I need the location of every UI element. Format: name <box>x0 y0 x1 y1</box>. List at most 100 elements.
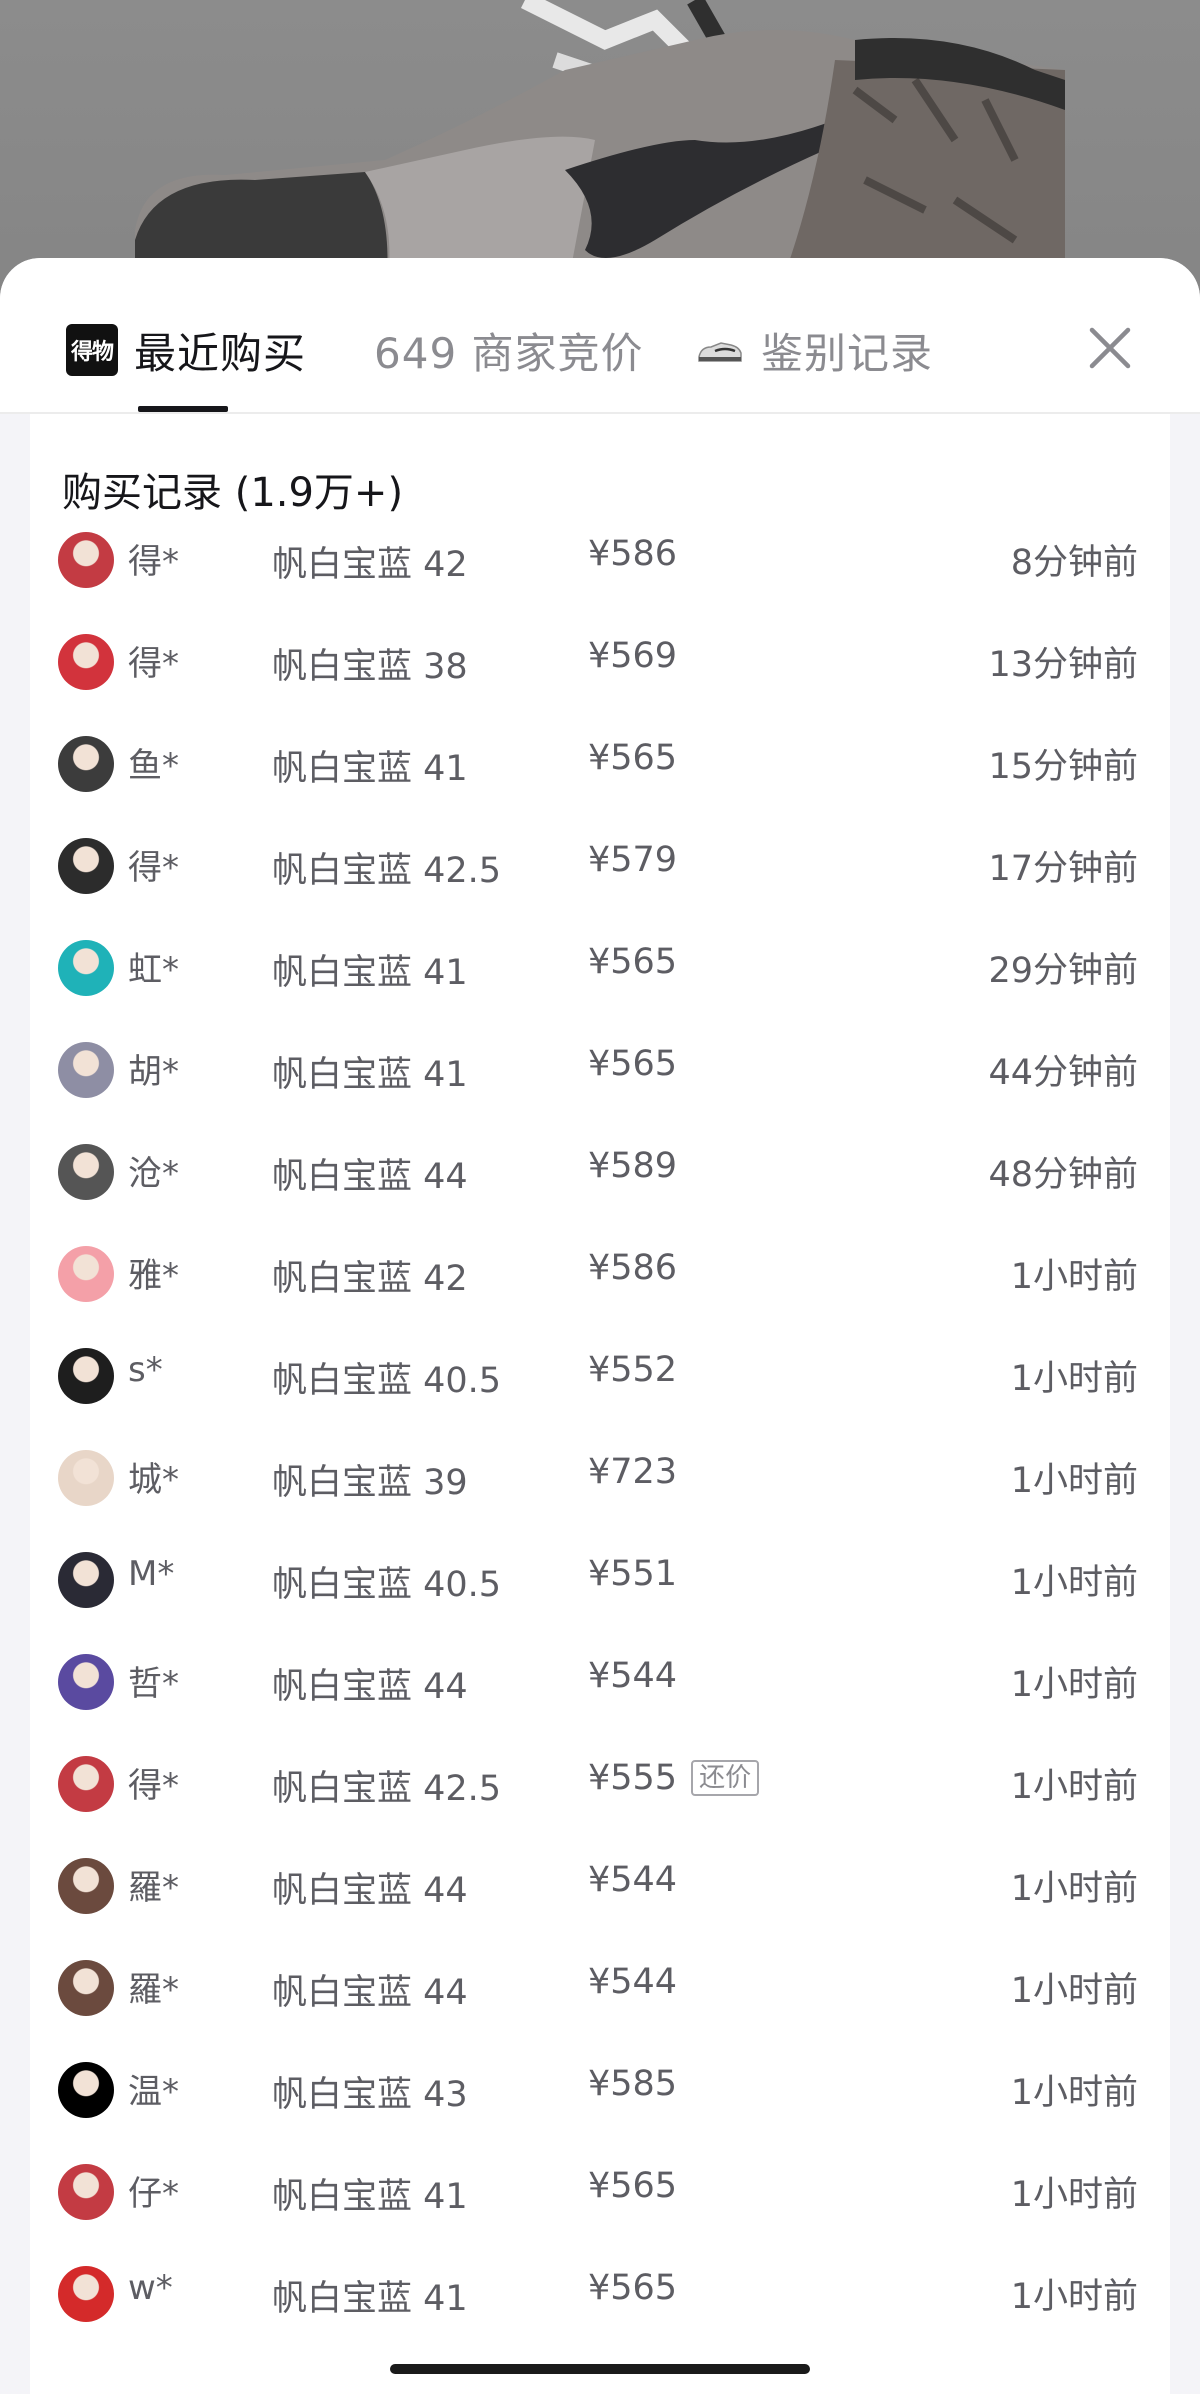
user-name: 羅* <box>128 1868 179 1908</box>
price-value: ¥565 <box>588 738 678 778</box>
list-item: 沧* 帆白宝蓝 44 48分钟前 ¥589 <box>30 1126 1170 1228</box>
price-value: ¥544 <box>588 1860 678 1900</box>
sneaker-icon <box>698 342 742 362</box>
item-spec: 帆白宝蓝 44 <box>272 1667 468 1707</box>
avatar <box>58 1042 114 1098</box>
price: ¥551 <box>588 1554 677 1594</box>
avatar <box>58 1246 114 1302</box>
item-spec: 帆白宝蓝 40.5 <box>272 1361 502 1401</box>
tab-merchant-bids[interactable]: 649 商家竞价 <box>374 320 644 380</box>
price: ¥565 <box>588 942 677 982</box>
list-item: 哲* 帆白宝蓝 44 1小时前 ¥544 <box>30 1636 1170 1738</box>
list-item: 羅* 帆白宝蓝 44 1小时前 ¥544 <box>30 1840 1170 1942</box>
purchase-time: 13分钟前 <box>988 645 1138 685</box>
user-name: 沧* <box>128 1154 179 1194</box>
price: ¥586 <box>588 534 677 574</box>
purchase-time: 1小时前 <box>1010 2277 1138 2317</box>
avatar <box>58 1348 114 1404</box>
home-indicator[interactable] <box>390 2364 810 2374</box>
item-spec: 帆白宝蓝 41 <box>272 749 468 789</box>
avatar <box>58 1654 114 1710</box>
section-title: 购买记录 (1.9万+) <box>62 470 404 516</box>
list-item: 得* 帆白宝蓝 42.5 1小时前 ¥555 还价 <box>30 1738 1170 1840</box>
list-item: 鱼* 帆白宝蓝 41 15分钟前 ¥565 <box>30 718 1170 820</box>
avatar <box>58 736 114 792</box>
item-spec: 帆白宝蓝 44 <box>272 1157 468 1197</box>
haggle-badge: 还价 <box>691 1760 760 1796</box>
list-item: 温* 帆白宝蓝 43 1小时前 ¥585 <box>30 2044 1170 2146</box>
price-value: ¥579 <box>588 840 678 880</box>
close-icon[interactable] <box>1082 320 1138 376</box>
avatar <box>58 532 114 588</box>
price: ¥569 <box>588 636 677 676</box>
user-name: w* <box>128 2268 173 2308</box>
purchase-time: 1小时前 <box>1010 2175 1138 2215</box>
purchase-time: 1小时前 <box>1010 1461 1138 1501</box>
price: ¥565 <box>588 2166 677 2206</box>
active-tab-indicator <box>138 406 228 412</box>
price: ¥565 <box>588 738 677 778</box>
price-value: ¥544 <box>588 1962 678 2002</box>
price: ¥552 <box>588 1350 677 1390</box>
user-name: 得* <box>128 848 179 888</box>
list-item: 虹* 帆白宝蓝 41 29分钟前 ¥565 <box>30 922 1170 1024</box>
user-name: 雅* <box>128 1256 179 1296</box>
purchase-time: 8分钟前 <box>1010 543 1138 583</box>
list-item: 胡* 帆白宝蓝 41 44分钟前 ¥565 <box>30 1024 1170 1126</box>
price: ¥565 <box>588 1044 677 1084</box>
price: ¥544 <box>588 1962 677 2002</box>
item-spec: 帆白宝蓝 42 <box>272 545 468 585</box>
purchase-sheet: 得物 最近购买 649 商家竞价 鉴别记录 购买记录 (1.9万+) 得* 帆白宝… <box>0 258 1200 2394</box>
price-value: ¥544 <box>588 1656 678 1696</box>
user-name: 仔* <box>128 2174 179 2214</box>
purchase-time: 1小时前 <box>1010 1359 1138 1399</box>
tab-authentication-records[interactable]: 鉴别记录 <box>697 320 933 380</box>
item-spec: 帆白宝蓝 41 <box>272 953 468 993</box>
tab-label: 最近购买 <box>134 328 307 378</box>
price-value: ¥565 <box>588 2166 678 2206</box>
tab-recent-purchases[interactable]: 得物 最近购买 <box>66 320 306 380</box>
avatar <box>58 1756 114 1812</box>
price-value: ¥552 <box>588 1350 678 1390</box>
purchase-time: 1小时前 <box>1010 1971 1138 2011</box>
price-value: ¥551 <box>588 1554 678 1594</box>
price-value: ¥589 <box>588 1146 678 1186</box>
purchase-time: 1小时前 <box>1010 1665 1138 1705</box>
purchase-time: 44分钟前 <box>988 1053 1138 1093</box>
avatar <box>58 1858 114 1914</box>
list-item: 雅* 帆白宝蓝 42 1小时前 ¥586 <box>30 1228 1170 1330</box>
list-item: s* 帆白宝蓝 40.5 1小时前 ¥552 <box>30 1330 1170 1432</box>
purchase-time: 1小时前 <box>1010 1767 1138 1807</box>
purchase-time: 29分钟前 <box>988 951 1138 991</box>
purchase-time: 1小时前 <box>1010 2073 1138 2113</box>
avatar <box>58 2266 114 2322</box>
price: ¥723 <box>588 1452 677 1492</box>
product-image <box>0 0 1200 300</box>
sneaker-image <box>135 0 1065 300</box>
price-value: ¥586 <box>588 1248 678 1288</box>
item-spec: 帆白宝蓝 43 <box>272 2075 468 2115</box>
avatar <box>58 2062 114 2118</box>
user-name: 得* <box>128 1766 179 1806</box>
price: ¥544 <box>588 1656 677 1696</box>
price-value: ¥723 <box>588 1452 678 1492</box>
price: ¥586 <box>588 1248 677 1288</box>
user-name: 虹* <box>128 950 179 990</box>
price: ¥565 <box>588 2268 677 2308</box>
list-item: M* 帆白宝蓝 40.5 1小时前 ¥551 <box>30 1534 1170 1636</box>
tab-bar: 得物 最近购买 649 商家竞价 鉴别记录 <box>0 258 1200 414</box>
user-name: 哲* <box>128 1664 179 1704</box>
avatar <box>58 1960 114 2016</box>
price: ¥589 <box>588 1146 677 1186</box>
avatar <box>58 1552 114 1608</box>
price: ¥544 <box>588 1860 677 1900</box>
user-name: 温* <box>128 2072 179 2112</box>
item-spec: 帆白宝蓝 38 <box>272 647 468 687</box>
item-spec: 帆白宝蓝 42.5 <box>272 851 502 891</box>
item-spec: 帆白宝蓝 39 <box>272 1463 468 1503</box>
list-item: 得* 帆白宝蓝 42 8分钟前 ¥586 <box>30 514 1170 616</box>
price: ¥579 <box>588 840 677 880</box>
avatar <box>58 1450 114 1506</box>
list-item: 仔* 帆白宝蓝 41 1小时前 ¥565 <box>30 2146 1170 2248</box>
purchase-time: 17分钟前 <box>988 849 1138 889</box>
